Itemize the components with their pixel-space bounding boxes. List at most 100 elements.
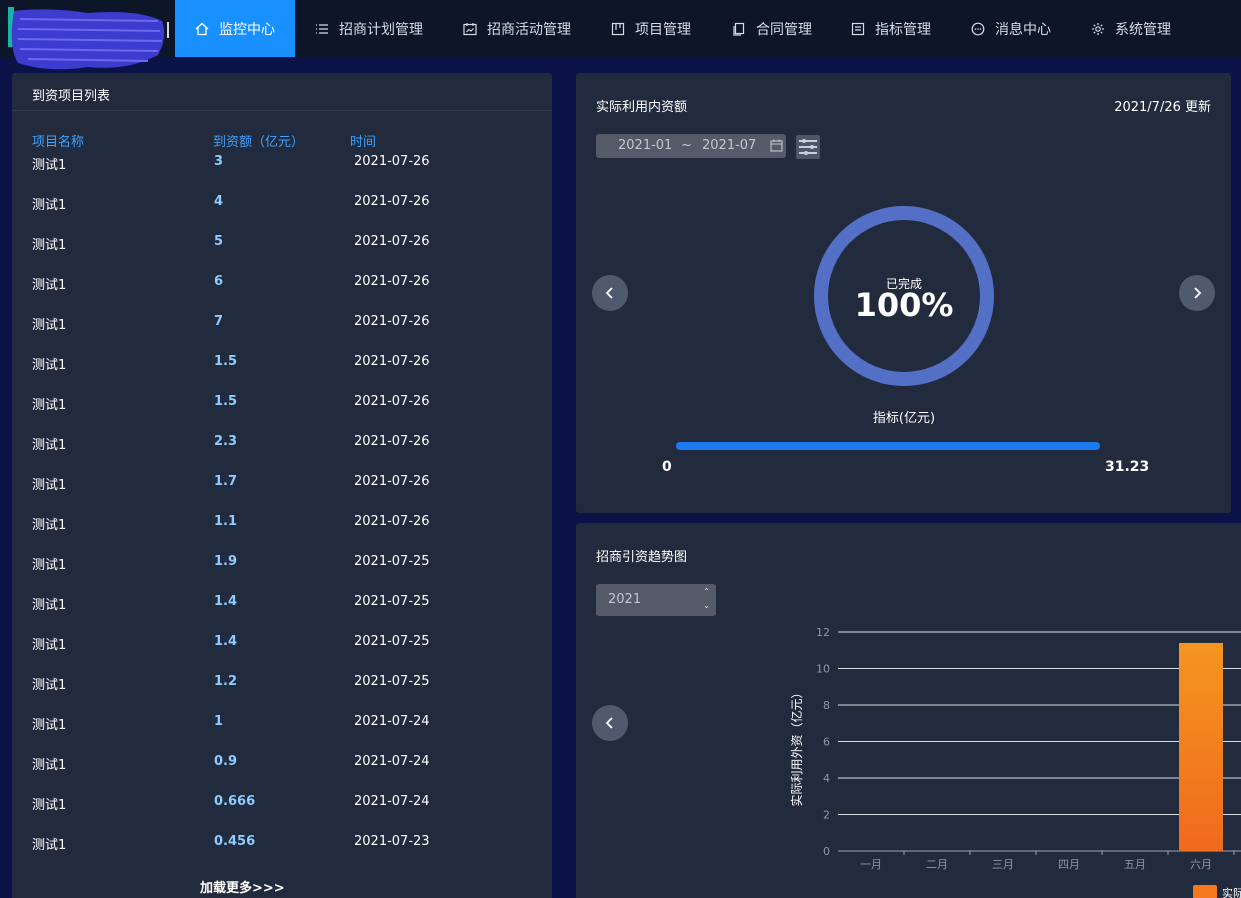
message-icon [971, 22, 985, 35]
funded-amount: 1.4 [214, 634, 238, 649]
list-item: 测试1 1.1 2021-07-26 [12, 514, 552, 534]
list-item: 测试1 5 2021-07-26 [12, 234, 552, 254]
funded-date: 2021-07-25 [354, 554, 430, 569]
project-name: 测试1 [32, 438, 67, 453]
investment-trend-panel: 招商引资趋势图 2021 ⌃ ⌄ 0 2 4 6 8 10 12 实际利用外资（亿元） 一月 二月… [576, 523, 1241, 898]
funded-amount: 0.9 [214, 754, 238, 769]
y-axis-label: 实际利用外资（亿元） [789, 686, 804, 806]
funded-amount: 0.456 [214, 834, 256, 849]
capital-usage-panel: 实际利用内资额 2021/7/26 更新 2021-01 ~ 2021-07 已… [576, 73, 1231, 513]
project-name: 测试1 [32, 718, 67, 733]
panel-header: 到资项目列表 [12, 73, 552, 111]
progress-min: 0 [662, 459, 672, 475]
nav-item-message[interactable]: 消息中心 [971, 0, 1051, 57]
funded-date: 2021-07-25 [354, 594, 430, 609]
trend-bar-chart: 0 2 4 6 8 10 12 实际利用外资（亿元） 一月 二月 三月 四月 五月 六月实际 [789, 626, 1241, 898]
funded-date: 2021-07-26 [354, 394, 430, 409]
project-name: 测试1 [32, 198, 67, 213]
nav-item-project[interactable]: 项目管理 [611, 0, 691, 57]
load-more-link[interactable]: 加载更多>>> [200, 877, 285, 896]
panel-title: 招商引资趋势图 [596, 550, 688, 565]
x-tick-label: 三月 [992, 858, 1014, 871]
funded-date: 2021-07-26 [354, 354, 430, 369]
date-end: 2021-07 [702, 138, 757, 153]
list-item: 测试1 6 2021-07-26 [12, 274, 552, 294]
funded-amount: 4 [214, 194, 224, 209]
prev-button[interactable] [592, 275, 628, 311]
funded-date: 2021-07-26 [354, 474, 430, 489]
year-down-icon[interactable]: ⌄ [703, 601, 710, 610]
project-name: 测试1 [32, 238, 67, 253]
x-tick-label: 五月 [1124, 858, 1146, 871]
y-tick-label: 12 [816, 626, 830, 639]
y-tick-label: 10 [816, 663, 830, 676]
document-icon [733, 22, 745, 36]
funded-amount: 0.666 [214, 794, 256, 809]
list-item: 测试1 0.456 2021-07-23 [12, 834, 552, 854]
legend-label: 实际 [1222, 886, 1241, 898]
funded-amount: 5 [214, 234, 224, 249]
funded-amount: 1.2 [214, 674, 238, 689]
project-name: 测试1 [32, 158, 67, 173]
nav-label: 监控中心 [219, 21, 275, 38]
filter-icon[interactable] [796, 135, 820, 159]
chevron-right-icon [1194, 287, 1202, 299]
nav-label: 项目管理 [635, 21, 691, 38]
date-range-picker[interactable]: 2021-01 ~ 2021-07 [596, 134, 786, 158]
nav-item-plan[interactable]: 招商计划管理 [315, 0, 423, 57]
calendar-icon [770, 139, 783, 152]
nav-item-system[interactable]: 系统管理 [1091, 0, 1171, 57]
logo-divider [167, 22, 169, 38]
column-header-amount: 到资额（亿元） [213, 135, 305, 150]
list-item: 测试1 1.4 2021-07-25 [12, 634, 552, 654]
list-item: 测试1 0.9 2021-07-24 [12, 754, 552, 774]
x-tick-label: 六月 [1190, 858, 1212, 871]
funded-date: 2021-07-26 [354, 314, 430, 329]
update-time: 2021/7/26 更新 [1114, 100, 1211, 115]
progress-bar [676, 442, 1100, 450]
nav-label: 招商计划管理 [339, 21, 423, 38]
top-nav: 监控中心 招商计划管理 招商活动管理 项目管理 合同管理 指标管理 消息中心 系… [0, 0, 1241, 70]
list-item: 测试1 0.666 2021-07-24 [12, 794, 552, 814]
funded-date: 2021-07-26 [354, 194, 430, 209]
funded-amount: 1.5 [214, 354, 238, 369]
project-name: 测试1 [32, 838, 67, 853]
y-tick-label: 6 [823, 736, 830, 749]
funded-amount: 1.7 [214, 474, 238, 489]
panel-title: 实际利用内资额 [596, 100, 688, 115]
nav-label: 招商活动管理 [487, 21, 571, 38]
next-button[interactable] [1179, 275, 1215, 311]
list-item: 测试1 1.2 2021-07-25 [12, 674, 552, 694]
funded-date: 2021-07-24 [354, 754, 430, 769]
project-name: 测试1 [32, 478, 67, 493]
nav-label: 指标管理 [875, 21, 931, 38]
funded-amount: 7 [214, 314, 224, 329]
funded-date: 2021-07-26 [354, 514, 430, 529]
project-name: 测试1 [32, 278, 67, 293]
funded-date: 2021-07-24 [354, 794, 430, 809]
x-tick-label: 一月 [860, 858, 882, 871]
funded-date: 2021-07-26 [354, 154, 430, 169]
bar-六月 [1179, 642, 1223, 851]
year-up-icon[interactable]: ⌃ [703, 587, 710, 596]
funded-date: 2021-07-25 [354, 634, 430, 649]
x-tick-label: 四月 [1058, 858, 1080, 871]
year-input[interactable]: 2021 ⌃ ⌄ [596, 584, 716, 616]
board-icon [611, 22, 625, 35]
year-value: 2021 [608, 592, 642, 607]
prev-button[interactable] [592, 705, 628, 741]
list-item: 测试1 7 2021-07-26 [12, 314, 552, 334]
nav-item-contract[interactable]: 合同管理 [732, 0, 812, 57]
nav-item-metric[interactable]: 指标管理 [851, 0, 931, 57]
project-name: 测试1 [32, 638, 67, 653]
nav-item-activity[interactable]: 招商活动管理 [463, 0, 571, 57]
funded-amount: 1 [214, 714, 224, 729]
calendar-chart-icon [463, 22, 477, 35]
y-tick-label: 2 [823, 809, 830, 822]
funded-date: 2021-07-25 [354, 674, 430, 689]
nav-label: 系统管理 [1115, 21, 1171, 38]
project-name: 测试1 [32, 758, 67, 773]
nav-item-monitor[interactable]: 监控中心 [175, 0, 295, 57]
nav-label: 消息中心 [995, 21, 1051, 38]
date-separator: ~ [681, 138, 692, 153]
